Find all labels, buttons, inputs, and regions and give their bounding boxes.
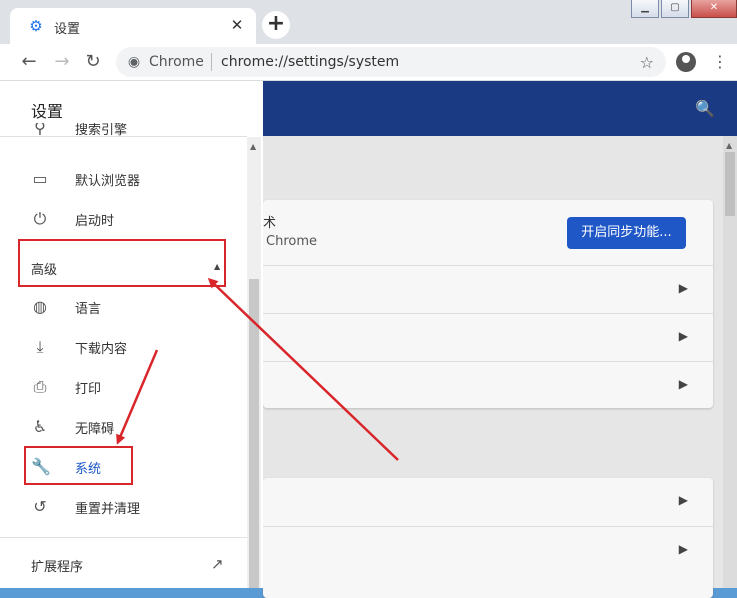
address-bar[interactable]: ◉ Chrome chrome://settings/system ☆ — [116, 47, 666, 77]
open-in-new-icon[interactable]: ↗ — [211, 555, 224, 573]
content-scrollbar[interactable]: ▲ — [723, 136, 737, 588]
nav-item-languages[interactable]: ◍ 语言 — [0, 287, 247, 327]
close-icon[interactable]: ✕ — [228, 16, 246, 34]
accessibility-icon: ♿ — [32, 417, 48, 436]
nav-item-label: 语言 — [75, 302, 102, 317]
highlight-system-box — [24, 446, 133, 485]
drawer-scrollbar[interactable]: ▲ — [247, 137, 261, 588]
chrome-site-icon: ◉ — [127, 54, 141, 70]
search-icon: ⚲ — [34, 123, 46, 137]
search-icon[interactable]: 🔍 — [695, 99, 715, 118]
restore-icon: ↺ — [33, 497, 47, 516]
printer-icon: ⎙ — [33, 377, 47, 396]
divider — [0, 537, 247, 538]
nav-item-label: 打印 — [75, 382, 102, 397]
drawer-title: 设置 — [31, 102, 64, 121]
sync-text: 术 — [263, 216, 277, 231]
browser-toolbar: ← → ↻ ◉ Chrome chrome://settings/system … — [0, 44, 737, 81]
nav-item-downloads[interactable]: ⤓ 下载内容 — [0, 327, 247, 367]
nav-item-printing[interactable]: ⎙ 打印 — [0, 367, 247, 407]
reload-icon[interactable]: ↻ — [81, 50, 105, 74]
nav-item-label: 下载内容 — [75, 342, 128, 357]
nav-item-label: 启动时 — [75, 214, 115, 229]
back-arrow-icon[interactable]: ← — [17, 50, 41, 74]
chevron-right-icon: ▶ — [678, 542, 688, 556]
download-icon: ⤓ — [36, 337, 44, 356]
chevron-right-icon: ▶ — [678, 377, 688, 391]
chevron-right-icon: ▶ — [678, 281, 688, 295]
tab-title: 设置 — [54, 22, 81, 37]
forward-arrow-icon[interactable]: → — [50, 50, 74, 74]
scroll-up-icon[interactable]: ▲ — [250, 142, 256, 151]
nav-item-on-startup[interactable]: ⏻ 启动时 — [0, 199, 247, 239]
enable-sync-button[interactable]: 开启同步功能... — [567, 217, 686, 249]
tab-strip: ⚙ 设置 ✕ + ▁ ▢ ✕ — [0, 0, 737, 44]
maximize-button[interactable]: ▢ — [661, 0, 689, 18]
window-close-button[interactable]: ✕ — [691, 0, 737, 18]
nav-item-default-browser[interactable]: ▭ 默认浏览器 — [0, 159, 247, 199]
settings-row[interactable]: ▶ — [263, 526, 713, 575]
highlight-advanced-box — [18, 239, 226, 287]
nav-item-label: 无障碍 — [75, 422, 115, 437]
people-card: 术 Chrome 开启同步功能... ▶ ▶ ▶ — [263, 200, 713, 408]
sync-subtext: Chrome — [266, 234, 317, 249]
new-tab-button[interactable]: + — [262, 11, 290, 39]
minimize-button[interactable]: ▁ — [631, 0, 659, 18]
extensions-link[interactable]: 扩展程序 — [31, 556, 83, 575]
browser-window-icon: ▭ — [32, 169, 48, 188]
second-card: ▶ ▶ — [263, 478, 713, 598]
settings-row[interactable]: ▶ — [263, 265, 713, 314]
settings-content: 术 Chrome 开启同步功能... ▶ ▶ ▶ ▶ ▶ — [263, 136, 737, 598]
profile-avatar-icon[interactable] — [676, 52, 696, 72]
nav-item-search-engine[interactable]: ⚲ 搜索引擎 — [0, 123, 247, 151]
window-controls: ▁ ▢ ✕ — [629, 0, 737, 20]
gear-icon: ⚙ — [29, 17, 43, 35]
settings-row[interactable]: ▶ — [263, 361, 713, 410]
scroll-up-icon[interactable]: ▲ — [726, 141, 732, 150]
url-text[interactable]: chrome://settings/system — [221, 54, 399, 70]
globe-icon: ◍ — [33, 297, 47, 316]
scroll-thumb[interactable] — [249, 279, 259, 588]
chevron-right-icon: ▶ — [678, 329, 688, 343]
nav-item-label: 搜索引擎 — [75, 123, 128, 138]
chevron-right-icon: ▶ — [678, 493, 688, 507]
nav-item-label: 默认浏览器 — [75, 174, 141, 189]
nav-item-accessibility[interactable]: ♿ 无障碍 — [0, 407, 247, 447]
nav-item-label: 重置并清理 — [75, 502, 141, 517]
settings-row[interactable]: ▶ — [263, 313, 713, 362]
settings-drawer: 设置 ⚲ 搜索引擎 ▭ 默认浏览器 ⏻ 启动时 高级 ▲ ◍ 语言 ⤓ 下载内容… — [0, 81, 263, 588]
more-menu-icon[interactable]: ⋮ — [712, 50, 728, 74]
power-icon: ⏻ — [33, 209, 47, 228]
nav-item-reset[interactable]: ↺ 重置并清理 — [0, 487, 247, 527]
settings-row[interactable]: ▶ — [263, 478, 713, 526]
scroll-thumb[interactable] — [725, 152, 735, 216]
site-name: Chrome — [149, 54, 204, 70]
settings-header: 🔍 — [263, 81, 737, 136]
tab-settings[interactable]: ⚙ 设置 ✕ — [10, 8, 256, 44]
omnibox-separator — [211, 53, 212, 71]
bookmark-star-icon[interactable]: ☆ — [640, 53, 654, 72]
